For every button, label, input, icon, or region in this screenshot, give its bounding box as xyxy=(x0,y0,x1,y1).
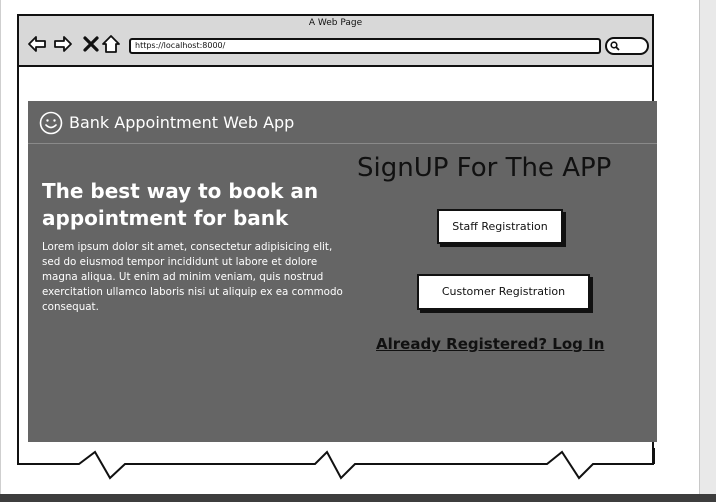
app-panel: Bank Appointment Web App The best way to… xyxy=(28,101,657,442)
desktop-edge-left xyxy=(0,0,1,502)
browser-search-box[interactable] xyxy=(605,37,649,55)
smiley-logo-icon xyxy=(39,111,63,139)
staff-registration-button[interactable]: Staff Registration xyxy=(437,209,563,244)
window-title: A Web Page xyxy=(308,18,363,28)
app-title: Bank Appointment Web App xyxy=(69,113,295,132)
home-icon[interactable] xyxy=(101,34,121,54)
customer-registration-button[interactable]: Customer Registration xyxy=(417,274,590,310)
desktop-edge-line xyxy=(699,0,700,502)
hero-description: Lorem ipsum dolor sit amet, consectetur … xyxy=(42,241,343,313)
url-input[interactable]: https://localhost:8000/ xyxy=(129,38,601,54)
desktop-edge-right xyxy=(699,0,716,502)
back-arrow-icon[interactable] xyxy=(27,34,47,54)
forward-arrow-icon[interactable] xyxy=(53,34,73,54)
signup-title: SignUP For The APP xyxy=(357,153,612,183)
app-header: Bank Appointment Web App xyxy=(28,101,657,144)
browser-chrome: A Web Page https://localhost:8000/ xyxy=(17,14,654,67)
login-link[interactable]: Already Registered? Log In xyxy=(376,335,604,353)
desktop-edge-bottom xyxy=(0,494,716,502)
close-x-icon[interactable] xyxy=(81,34,101,54)
hero-heading: The best way to book an appointment for … xyxy=(42,179,319,230)
torn-page-edge xyxy=(17,448,655,480)
search-icon xyxy=(610,41,620,51)
